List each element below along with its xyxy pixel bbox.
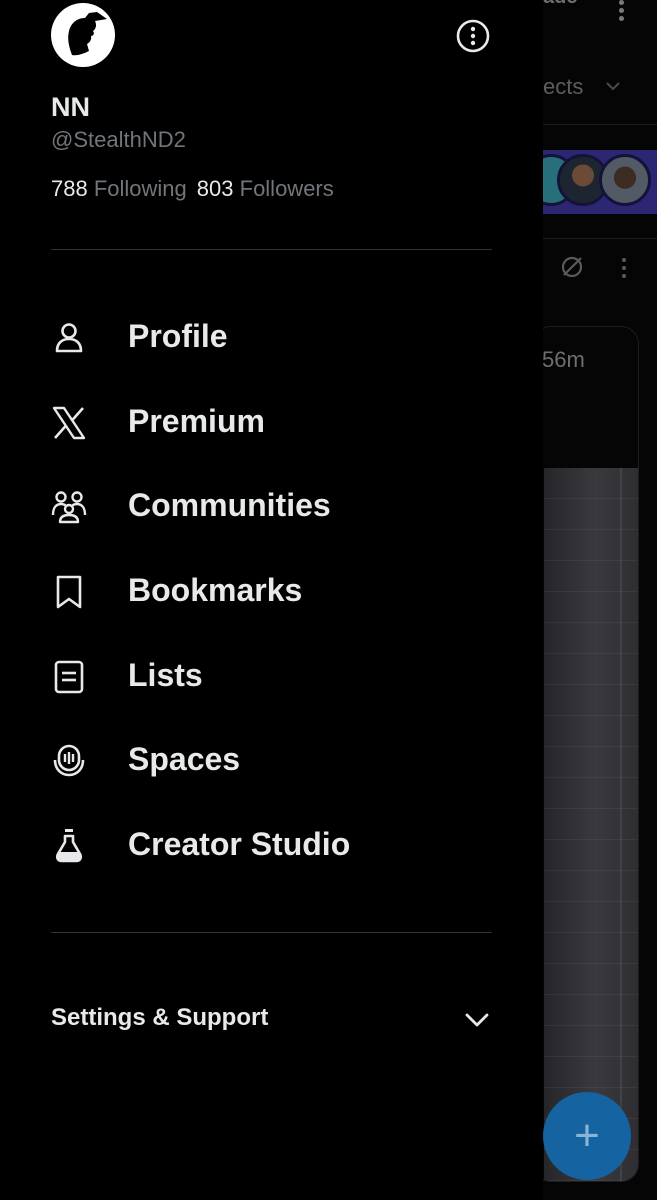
timeline-header-partial: ade [543,0,577,9]
nav-item-lists[interactable]: Lists [51,645,492,705]
avatar [599,154,651,206]
post-card[interactable]: 56m [543,326,639,1182]
x-logo-icon [52,406,86,440]
nav-item-creator-studio[interactable]: Creator Studio [51,814,492,874]
nav-label-premium: Premium [128,403,265,439]
following-count: 788 [51,176,88,201]
nav-label-spaces: Spaces [128,741,241,777]
nav-item-bookmarks[interactable]: Bookmarks [51,560,492,620]
followers-count: 803 [196,176,234,201]
nav-label-communities: Communities [128,487,331,523]
compose-button[interactable]: + [543,1092,631,1180]
timeline-divider [543,238,657,239]
flask-icon [55,829,83,863]
settings-support-toggle[interactable]: Settings & Support [51,996,492,1044]
list-icon [54,660,84,694]
more-options-icon[interactable] [456,19,490,53]
post-image[interactable] [544,468,638,1181]
background-timeline[interactable]: ade ects 56m + [543,0,657,1200]
followers-label: Followers [239,176,334,201]
following-label: Following [93,176,187,201]
chevron-down-icon [465,1013,489,1027]
timeline-more-icon[interactable] [615,0,629,21]
person-icon [55,323,83,353]
post-more-icon[interactable] [619,258,629,280]
nav-item-profile[interactable]: Profile [51,306,492,366]
nav-label-profile: Profile [128,318,228,354]
display-name[interactable]: NN [51,92,90,123]
nav-label-lists: Lists [128,657,203,693]
followers-link[interactable]: 803 Followers [197,176,334,201]
nav-label-creator-studio: Creator Studio [128,826,351,862]
following-link[interactable]: 788 Following [51,176,187,201]
nav-item-premium[interactable]: Premium [51,391,492,451]
nav-item-communities[interactable]: Communities [51,475,492,535]
timeline-tab-partial[interactable]: ects [543,74,583,100]
bookmark-icon [56,575,82,609]
nav-label-bookmarks: Bookmarks [128,572,303,608]
settings-support-label: Settings & Support [51,1004,269,1031]
communities-icon [51,491,87,524]
spaces-banner[interactable] [543,150,657,214]
spaces-icon [53,744,85,777]
drawer-divider [51,932,492,933]
grok-icon[interactable] [559,254,585,280]
navigation-drawer: NN @StealthND2 788 Following 803 Follower… [0,0,543,1200]
follow-stats: 788 Following 803 Followers [51,176,334,202]
app-screen: ade ects 56m + [0,0,657,1200]
avatar-silhouette-icon [68,12,107,56]
chevron-down-icon [606,82,620,91]
nav-item-spaces[interactable]: Spaces [51,729,492,789]
user-handle[interactable]: @StealthND2 [51,127,186,153]
drawer-divider [51,249,492,250]
post-timestamp: 56m [543,347,585,372]
profile-avatar[interactable] [51,3,115,67]
timeline-divider [543,124,657,125]
